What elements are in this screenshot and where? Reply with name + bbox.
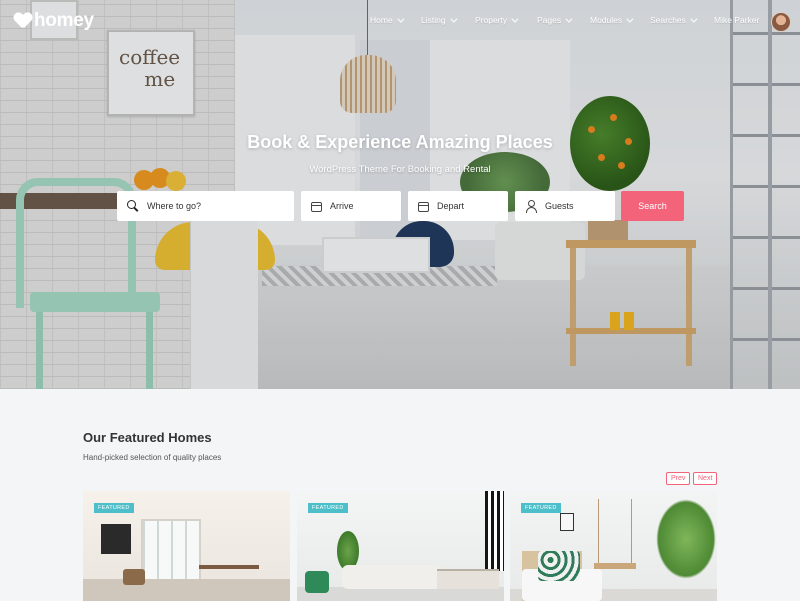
featured-card[interactable]: FEATURED bbox=[83, 491, 290, 601]
next-button[interactable]: Next bbox=[693, 472, 718, 485]
user-icon bbox=[525, 200, 537, 213]
chevron-down-icon bbox=[626, 15, 634, 23]
where-placeholder: Where to go? bbox=[147, 201, 202, 211]
section-title: Our Featured Homes bbox=[83, 430, 212, 445]
guests-placeholder: Guests bbox=[545, 201, 574, 211]
card-image bbox=[656, 499, 716, 579]
calendar-icon bbox=[418, 202, 429, 212]
featured-badge: FEATURED bbox=[521, 503, 561, 513]
heart-icon bbox=[14, 13, 32, 29]
hero-subtitle: WordPress Theme For Booking and Rental bbox=[309, 164, 491, 175]
featured-badge: FEATURED bbox=[94, 503, 134, 513]
calendar-icon bbox=[311, 202, 322, 212]
avatar[interactable] bbox=[771, 12, 791, 32]
section-subtitle: Hand-picked selection of quality places bbox=[83, 453, 222, 462]
user-name: Mike Parker bbox=[714, 15, 760, 25]
arrive-placeholder: Arrive bbox=[330, 201, 354, 211]
arrive-input[interactable]: Arrive bbox=[301, 191, 401, 221]
guests-input[interactable]: Guests bbox=[515, 191, 615, 221]
brand-name: homey bbox=[34, 10, 94, 31]
nav-item-modules[interactable]: Modules bbox=[590, 15, 634, 25]
chevron-down-icon bbox=[690, 15, 698, 23]
nav-item-listing[interactable]: Listing bbox=[421, 15, 458, 25]
user-menu[interactable]: Mike Parker bbox=[714, 15, 759, 25]
featured-card[interactable]: FEATURED bbox=[510, 491, 717, 601]
chevron-down-icon bbox=[397, 15, 405, 23]
depart-placeholder: Depart bbox=[437, 201, 465, 211]
where-input[interactable]: Where to go? bbox=[117, 191, 294, 221]
prev-button[interactable]: Prev bbox=[666, 472, 691, 485]
chevron-down-icon bbox=[511, 15, 519, 23]
nav-item-searches[interactable]: Searches bbox=[650, 15, 698, 25]
nav-item-home[interactable]: Home bbox=[370, 15, 405, 25]
nav-item-pages[interactable]: Pages bbox=[537, 15, 573, 25]
brand-logo[interactable]: homey bbox=[14, 10, 94, 32]
search-button[interactable]: Search bbox=[621, 191, 684, 221]
hero-title: Book & Experience Amazing Places bbox=[247, 132, 553, 152]
featured-badge: FEATURED bbox=[308, 503, 348, 513]
featured-card[interactable]: FEATURED bbox=[297, 491, 504, 601]
chevron-down-icon bbox=[449, 15, 458, 23]
nav-item-property[interactable]: Property bbox=[475, 15, 519, 25]
top-navigation: homey Home Listing Property Pages Module… bbox=[0, 0, 800, 44]
search-icon bbox=[127, 200, 139, 212]
card-image bbox=[141, 519, 201, 581]
chevron-down-icon bbox=[565, 15, 573, 23]
depart-input[interactable]: Depart bbox=[408, 191, 508, 221]
